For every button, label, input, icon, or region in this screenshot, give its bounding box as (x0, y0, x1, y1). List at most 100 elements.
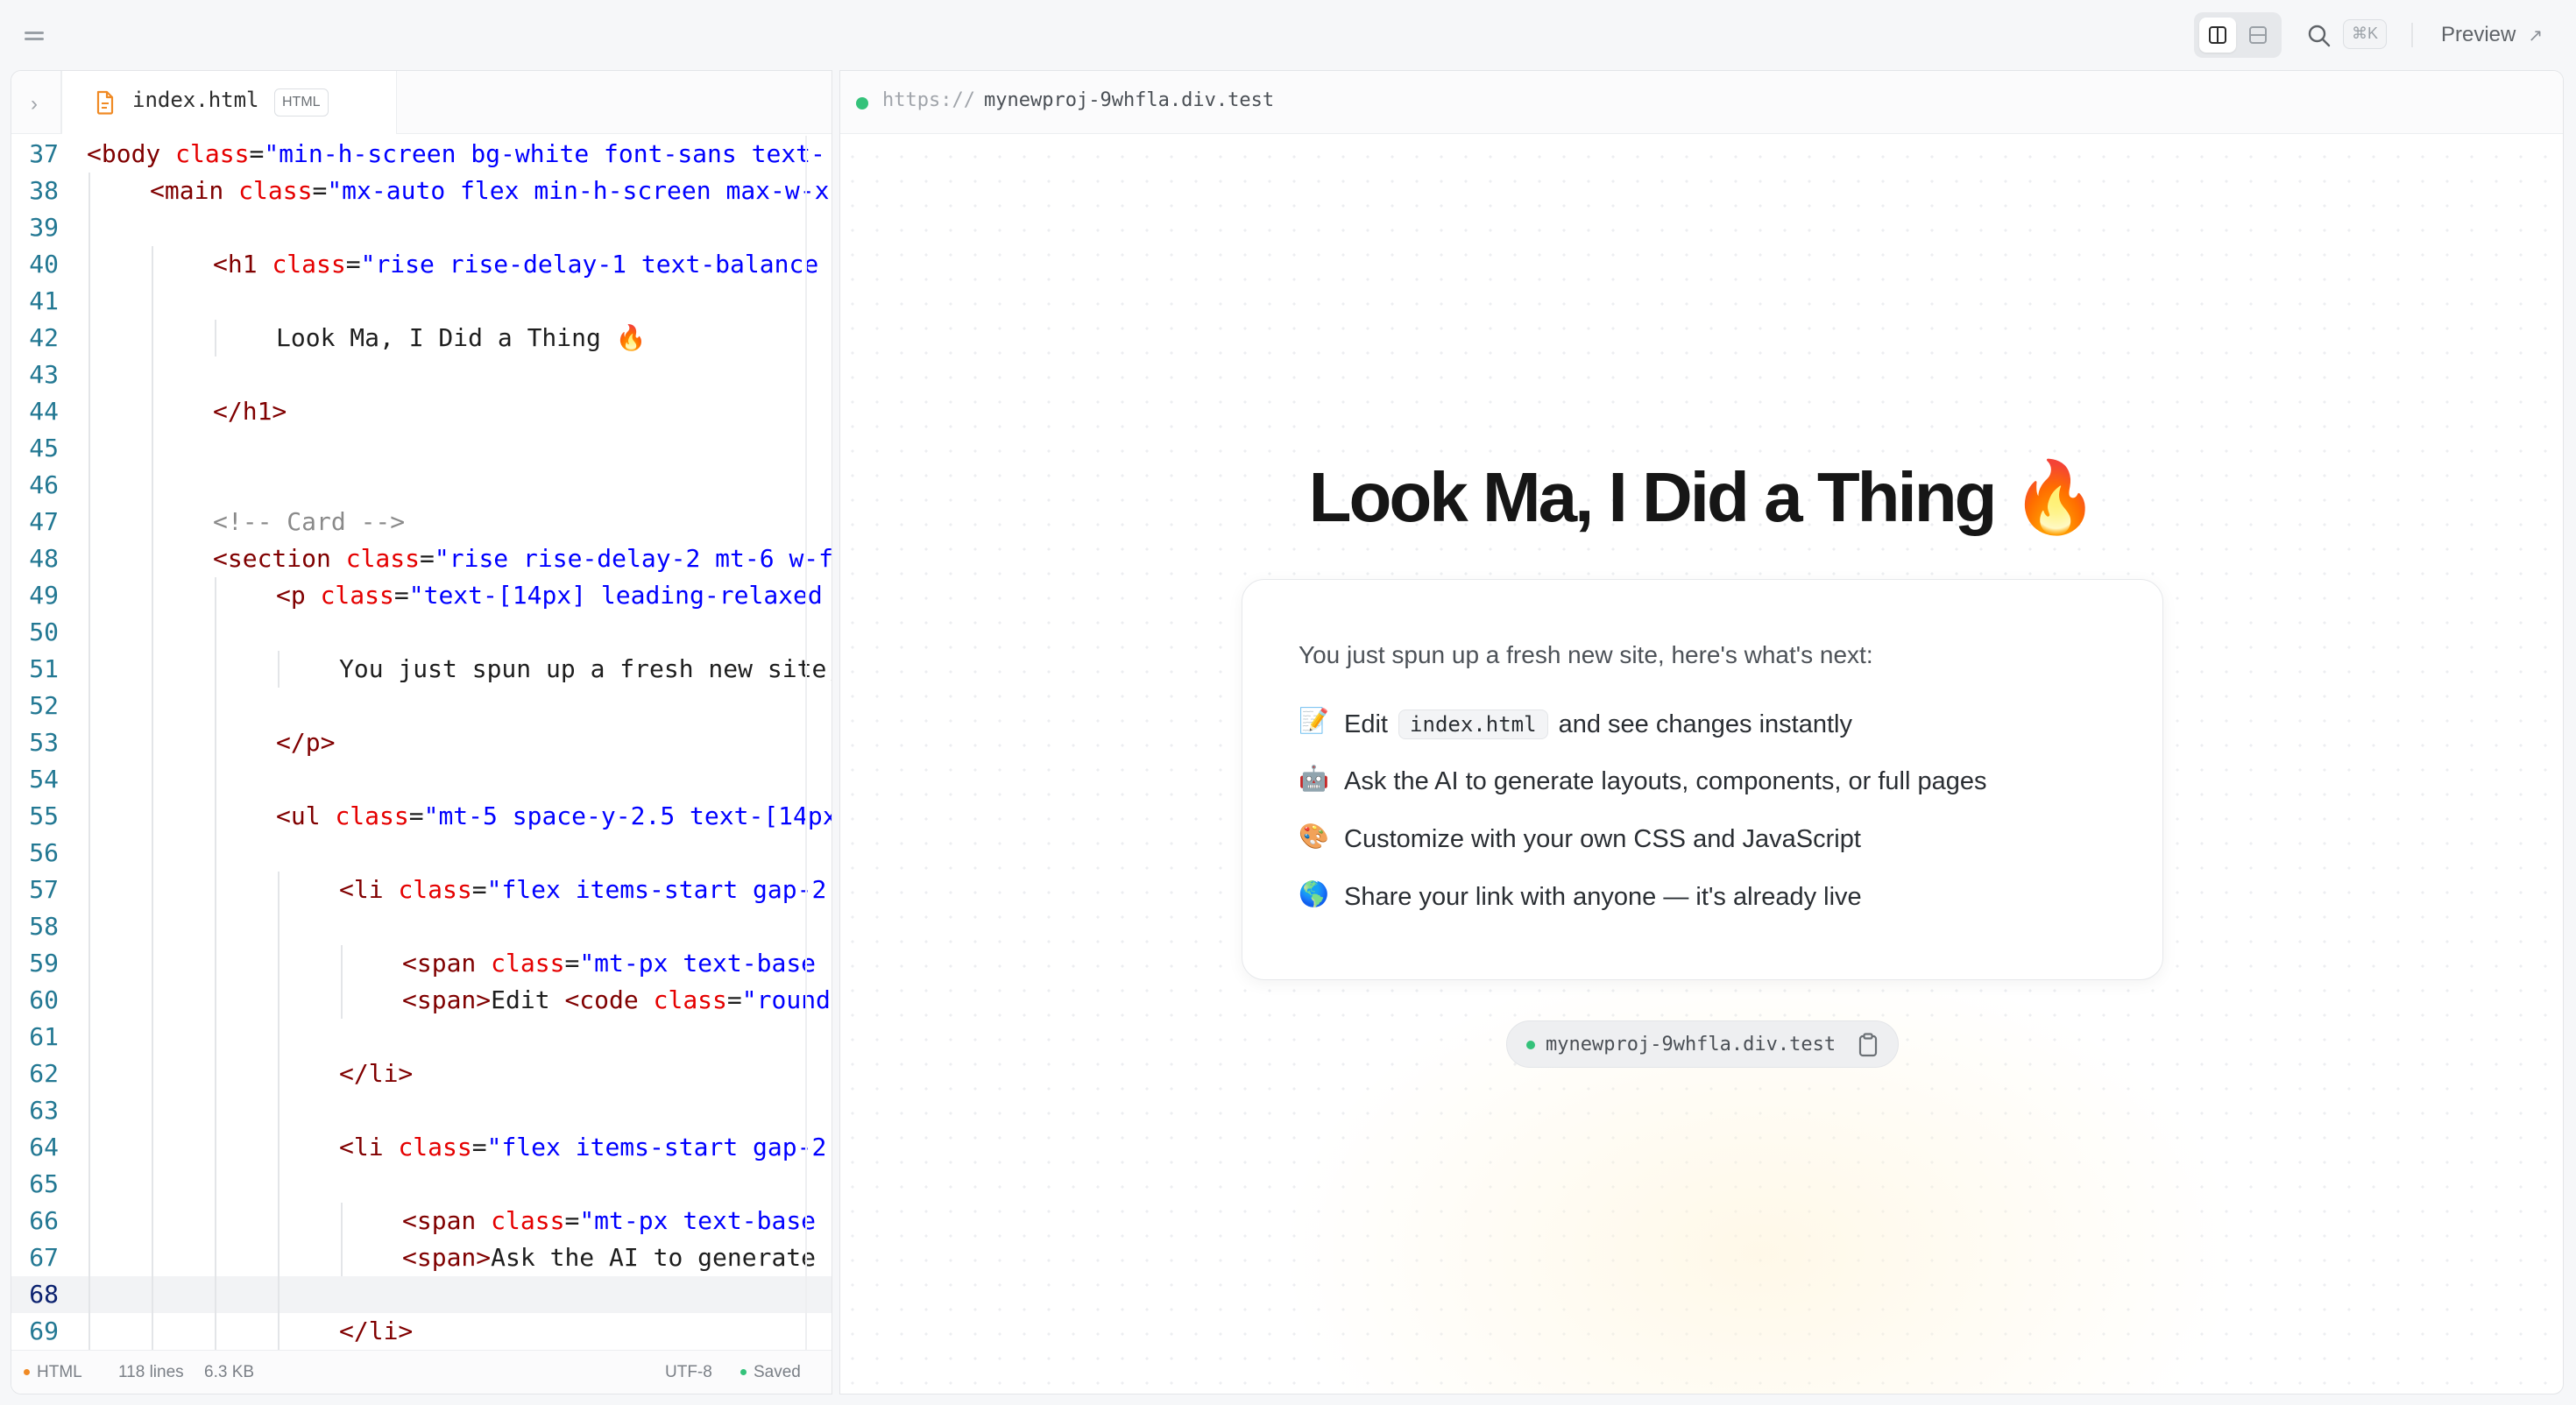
chevron-right-icon[interactable]: › (31, 92, 38, 116)
code-token: class (175, 139, 250, 168)
status-language-label: HTML (37, 1363, 82, 1381)
line-number: 66 (29, 1206, 59, 1235)
line-number: 56 (29, 838, 59, 867)
code-line[interactable]: 67 <span>Ask the AI to generate l (11, 1239, 832, 1276)
status-encoding: UTF-8 (665, 1363, 712, 1381)
code-text: <body class="min-h-screen bg-white font-… (87, 136, 825, 173)
line-number: 46 (29, 470, 59, 499)
code-token: "rise rise-delay-1 text-balance (360, 250, 819, 279)
code-line[interactable]: 44 </h1> (11, 393, 832, 430)
toolbar-divider (2411, 23, 2413, 47)
line-number: 50 (29, 618, 59, 646)
code-token: "flex items-start gap-2. (486, 875, 832, 904)
code-token: </li> (339, 1317, 414, 1345)
code-line[interactable]: 64 <li class="flex items-start gap-2. (11, 1129, 832, 1166)
code-area[interactable]: 37 <body class="min-h-screen bg-white fon… (11, 136, 832, 1350)
code-line[interactable]: 63 (11, 1092, 832, 1129)
code-line[interactable]: 66 <span class="mt-px text-base l (11, 1203, 832, 1239)
code-text: <section class="rise rise-delay-2 mt-6 w… (213, 540, 832, 577)
code-line[interactable]: 69 </li> (11, 1313, 832, 1350)
code-token: "mt-px text-base l (579, 1206, 832, 1235)
code-line[interactable]: 39 (11, 209, 832, 246)
indent-guide (215, 320, 216, 357)
code-line[interactable]: 52 (11, 688, 832, 724)
url-host[interactable]: mynewproj-9whfla.div.test (984, 89, 1274, 111)
line-number: 68 (29, 1280, 59, 1309)
code-line[interactable]: 59 <span class="mt-px text-base l (11, 945, 832, 982)
list-item-text: Ask the AI to generate layouts, componen… (1344, 767, 1987, 795)
code-line[interactable]: 46 (11, 467, 832, 504)
code-line[interactable]: 40 <h1 class="rise rise-delay-1 text-bala… (11, 246, 832, 283)
list-item-text: Customize with your own CSS and JavaScri… (1344, 825, 1861, 853)
live-preview-panel: https:// mynewproj-9whfla.div.test Look … (839, 70, 2564, 1394)
code-text: <ul class="mt-5 space-y-2.5 text-[14px (276, 798, 832, 835)
code-token: <p (276, 581, 321, 610)
code-token: </li> (339, 1059, 414, 1088)
code-token: <section (213, 544, 346, 573)
page-title: Look Ma, I Did a Thing 🔥 (1308, 458, 2099, 536)
code-line[interactable]: 41 (11, 283, 832, 320)
code-text: <span>Edit <code class="rounde (402, 982, 832, 1019)
code-line[interactable]: 49 <p class="text-[14px] leading-relaxed (11, 577, 832, 614)
code-line[interactable]: 56 (11, 835, 832, 872)
line-number: 53 (29, 728, 59, 757)
editor-scrollbar[interactable] (805, 136, 807, 1350)
code-line[interactable]: 53 </p> (11, 724, 832, 761)
code-token: "min-h-screen bg-white font-sans text- (264, 139, 825, 168)
code-line[interactable]: 51 You just spun up a fresh new site, (11, 651, 832, 688)
code-token: <span> (402, 985, 492, 1014)
line-number: 49 (29, 581, 59, 610)
status-language: HTML (24, 1351, 82, 1394)
code-line[interactable]: 54 (11, 761, 832, 798)
code-line[interactable]: 45 (11, 430, 832, 467)
indent-guide (152, 246, 153, 1350)
code-text: <!-- Card --> (213, 504, 405, 540)
code-text: </p> (276, 724, 335, 761)
editor-status-bar: HTML 118 lines 6.3 KB UTF-8 Saved (11, 1350, 832, 1394)
code-line[interactable]: 37 <body class="min-h-screen bg-white fon… (11, 136, 832, 173)
code-token: class (272, 250, 346, 279)
code-line[interactable]: 57 <li class="flex items-start gap-2. (11, 872, 832, 908)
line-number: 58 (29, 912, 59, 941)
split-horizontal-layout-button[interactable] (2240, 18, 2276, 53)
list-item-text: Share your link with anyone — it's alrea… (1344, 883, 1862, 911)
site-url-pill[interactable]: mynewproj-9whfla.div.test (1506, 1020, 1899, 1068)
code-line[interactable]: 61 (11, 1019, 832, 1056)
code-token: class (653, 985, 727, 1014)
code-line[interactable]: 47 <!-- Card --> (11, 504, 832, 540)
code-line[interactable]: 58 (11, 908, 832, 945)
file-icon (96, 90, 114, 115)
code-token: <span> (402, 1243, 492, 1272)
memo-icon: 📝 (1299, 707, 1329, 734)
indent-guide (88, 173, 90, 1350)
code-token: </h1> (213, 397, 287, 426)
code-line[interactable]: 62 </li> (11, 1056, 832, 1092)
code-line[interactable]: 65 (11, 1166, 832, 1203)
code-line[interactable]: 42 Look Ma, I Did a Thing 🔥 (11, 320, 832, 357)
clipboard-icon[interactable] (1856, 1032, 1880, 1058)
code-text: </li> (339, 1056, 413, 1092)
code-line[interactable]: 48 <section class="rise rise-delay-2 mt-6… (11, 540, 832, 577)
split-vertical-layout-button[interactable] (2199, 18, 2236, 53)
line-number: 61 (29, 1022, 59, 1051)
preview-address-bar: https:// mynewproj-9whfla.div.test (840, 71, 2563, 134)
search-icon[interactable] (2306, 23, 2332, 49)
code-text: <span>Ask the AI to generate l (402, 1239, 832, 1276)
code-token: "mx-auto flex min-h-screen max-w-x (327, 176, 830, 205)
sidebar-toggle-icon[interactable] (25, 25, 47, 46)
code-line[interactable]: 60 <span>Edit <code class="rounde (11, 982, 832, 1019)
globe-icon: 🌎 (1299, 880, 1329, 907)
line-number: 44 (29, 397, 59, 426)
code-line[interactable]: 68 (11, 1276, 832, 1313)
code-token: "text-[14px] leading-relaxed (408, 581, 823, 610)
code-token: = (345, 250, 361, 279)
code-line[interactable]: 55 <ul class="mt-5 space-y-2.5 text-[14px (11, 798, 832, 835)
code-token: = (393, 581, 409, 610)
code-token: = (471, 1133, 487, 1161)
card-intro: You just spun up a fresh new site, here'… (1299, 641, 1873, 668)
open-preview-button[interactable]: Preview ↗ (2441, 19, 2543, 51)
code-line[interactable]: 50 (11, 614, 832, 651)
tab-index-html[interactable]: index.html HTML (62, 71, 397, 134)
code-line[interactable]: 38 <main class="mx-auto flex min-h-screen… (11, 173, 832, 209)
code-line[interactable]: 43 (11, 357, 832, 393)
